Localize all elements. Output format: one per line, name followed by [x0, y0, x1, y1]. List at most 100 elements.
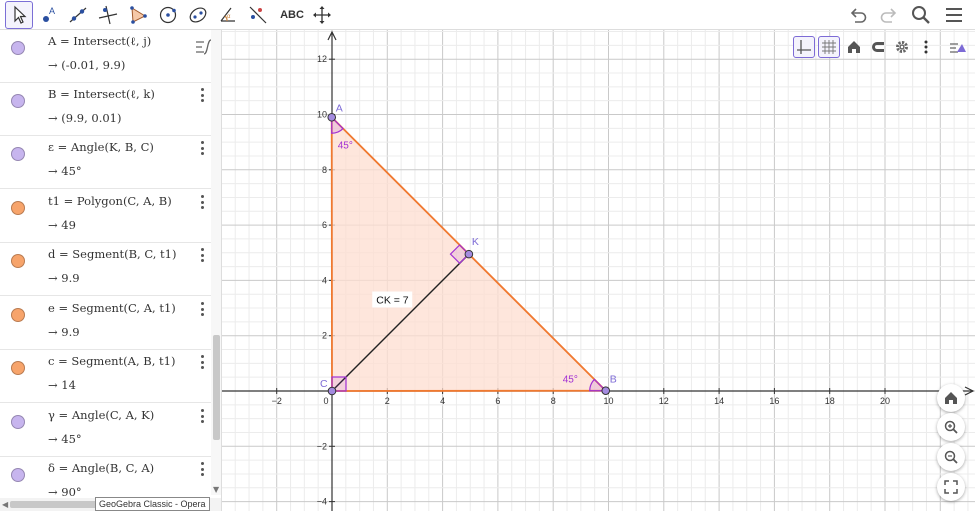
algebra-expression[interactable]: c = Segment(A, B, t1)	[48, 354, 175, 368]
text-icon: ABC	[280, 9, 304, 21]
row-menu-icon[interactable]	[198, 140, 206, 156]
visibility-toggle[interactable]	[11, 415, 25, 429]
y-tick-label: −4	[317, 497, 327, 507]
y-tick-label: 10	[317, 110, 327, 120]
redo-icon	[880, 8, 897, 23]
line-icon	[69, 7, 87, 23]
standard-view-button[interactable]	[843, 36, 865, 58]
scrollbar-thumb[interactable]	[213, 335, 220, 440]
conic-tool[interactable]	[184, 1, 212, 29]
x-tick-label: 4	[440, 396, 445, 406]
search-icon	[912, 6, 930, 24]
algebra-expression[interactable]: A = Intersect(ℓ, j)	[48, 34, 151, 48]
style-bar-icon	[950, 43, 966, 53]
algebra-expression[interactable]: ε = Angle(K, B, C)	[48, 140, 154, 154]
undo-icon	[850, 8, 867, 23]
algebra-vertical-scrollbar[interactable]: ▼	[211, 30, 221, 495]
home-icon	[848, 41, 860, 53]
scroll-left-arrow[interactable]: ◀	[2, 500, 8, 509]
polygon-tool[interactable]	[124, 1, 152, 29]
svg-text:α: α	[227, 14, 231, 20]
algebra-expression[interactable]: e = Segment(C, A, t1)	[48, 301, 176, 315]
zoom-out-button[interactable]	[937, 443, 965, 471]
fullscreen-button[interactable]	[937, 473, 965, 501]
algebra-value: → 49	[48, 218, 76, 232]
algebra-row[interactable]: γ = Angle(C, A, K) → 45°	[0, 404, 211, 457]
redo-button[interactable]	[876, 3, 902, 27]
graphics-canvas[interactable]: −2 0 2 4 6 8 10 12 14 16 18 20 12 10 8 6 4 2 −2 −4 45° 45° CK …	[222, 30, 975, 511]
visibility-toggle[interactable]	[11, 254, 25, 268]
y-tick-label: 8	[322, 165, 327, 175]
point-c[interactable]	[327, 386, 337, 396]
point-a[interactable]	[327, 112, 337, 122]
x-tick-label: 18	[825, 396, 835, 406]
menu-icon	[946, 8, 962, 22]
algebra-expression[interactable]: γ = Angle(C, A, K)	[48, 408, 154, 422]
algebra-row[interactable]: A = Intersect(ℓ, j) → (-0.01, 9.9)	[0, 30, 211, 83]
point-b[interactable]	[601, 386, 611, 396]
algebra-row[interactable]: e = Segment(C, A, t1) → 9.9	[0, 297, 211, 350]
app-tooltip: GeoGebra Classic - Opera	[95, 497, 210, 511]
visibility-toggle[interactable]	[11, 147, 25, 161]
algebra-value: → 45°	[48, 432, 82, 446]
visibility-toggle[interactable]	[11, 468, 25, 482]
visibility-toggle[interactable]	[11, 41, 25, 55]
reflect-tool[interactable]	[244, 1, 272, 29]
y-tick-label: 6	[322, 220, 327, 230]
grid-icon	[822, 40, 836, 54]
algebra-expression[interactable]: d = Segment(B, C, t1)	[48, 247, 176, 261]
algebra-row[interactable]: B = Intersect(ℓ, k) → (9.9, 0.01)	[0, 83, 211, 136]
toggle-axes-button[interactable]	[793, 36, 815, 58]
zoom-in-button[interactable]	[937, 413, 965, 441]
row-menu-icon[interactable]	[198, 354, 206, 370]
text-tool[interactable]: ABC	[277, 1, 307, 29]
scrollbar-thumb[interactable]	[10, 501, 100, 508]
zoom-in-icon	[944, 420, 958, 434]
scroll-down-arrow[interactable]: ▼	[213, 485, 219, 494]
row-menu-icon[interactable]	[198, 247, 206, 263]
ellipse-icon	[189, 7, 207, 23]
algebra-value: → 9.9	[48, 271, 80, 285]
polygon-icon	[130, 6, 147, 24]
perpendicular-line-tool[interactable]	[94, 1, 122, 29]
style-bar-toggle[interactable]	[946, 36, 968, 58]
move-graphics-tool[interactable]	[308, 1, 336, 29]
toggle-grid-button[interactable]	[818, 36, 840, 58]
algebra-expression[interactable]: δ = Angle(B, C, A)	[48, 461, 154, 475]
visibility-toggle[interactable]	[11, 201, 25, 215]
angle-tool[interactable]: α	[214, 1, 242, 29]
search-button[interactable]	[908, 3, 934, 27]
x-tick-label: 8	[551, 396, 556, 406]
point-k[interactable]	[464, 249, 474, 259]
home-view-button[interactable]	[937, 384, 965, 412]
algebra-row[interactable]: t1 = Polygon(C, A, B) → 49	[0, 190, 211, 243]
x-tick-label: 6	[495, 396, 500, 406]
graphics-settings-button[interactable]	[891, 36, 913, 58]
main-menu-button[interactable]	[941, 3, 967, 27]
row-menu-icon[interactable]	[198, 301, 206, 317]
row-menu-icon[interactable]	[198, 194, 206, 210]
algebra-row[interactable]: ε = Angle(K, B, C) → 45°	[0, 136, 211, 189]
magnet-icon	[872, 42, 884, 52]
point-capturing-button[interactable]	[867, 36, 889, 58]
algebra-row[interactable]: d = Segment(B, C, t1) → 9.9	[0, 243, 211, 296]
move-tool[interactable]	[5, 1, 33, 29]
row-menu-icon[interactable]	[198, 461, 206, 477]
algebra-expression[interactable]: B = Intersect(ℓ, k)	[48, 87, 155, 101]
circle-tool[interactable]	[154, 1, 182, 29]
graphics-more-button[interactable]	[915, 36, 937, 58]
graphics-view[interactable]: −2 0 2 4 6 8 10 12 14 16 18 20 12 10 8 6 4 2 −2 −4 45° 45° CK …	[222, 30, 975, 511]
line-tool[interactable]	[64, 1, 92, 29]
x-tick-label: 14	[714, 396, 724, 406]
undo-button[interactable]	[845, 3, 871, 27]
x-tick-label: 10	[603, 396, 613, 406]
visibility-toggle[interactable]	[11, 94, 25, 108]
algebra-row[interactable]: c = Segment(A, B, t1) → 14	[0, 350, 211, 403]
visibility-toggle[interactable]	[11, 308, 25, 322]
algebra-value: → (-0.01, 9.9)	[48, 58, 126, 72]
row-menu-icon[interactable]	[198, 87, 206, 103]
algebra-expression[interactable]: t1 = Polygon(C, A, B)	[48, 194, 172, 208]
row-menu-icon[interactable]	[198, 408, 206, 424]
point-tool[interactable]: A	[35, 1, 63, 29]
visibility-toggle[interactable]	[11, 361, 25, 375]
